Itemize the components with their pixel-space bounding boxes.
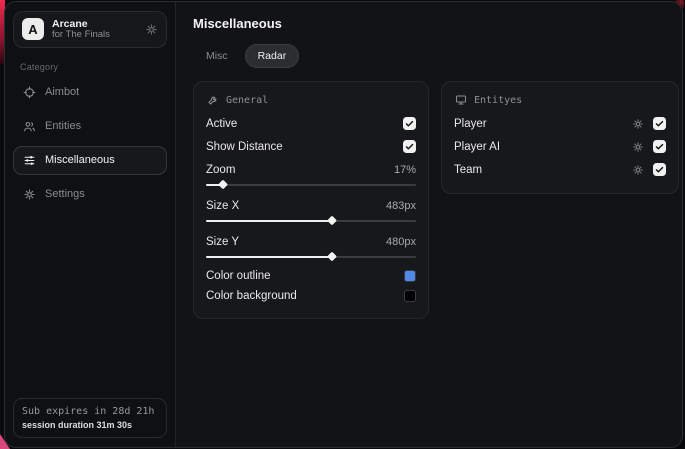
brand-card: A Arcane for The Finals bbox=[13, 11, 167, 48]
color-row-outline: Color outline bbox=[206, 266, 416, 286]
tab-radar[interactable]: Radar bbox=[244, 44, 300, 68]
toggle-label: Show Distance bbox=[206, 140, 283, 153]
gear-icon[interactable] bbox=[632, 164, 644, 176]
show-distance-checkbox[interactable] bbox=[403, 140, 416, 153]
wrench-icon bbox=[207, 94, 219, 106]
team-checkbox[interactable] bbox=[653, 163, 666, 176]
gear-icon bbox=[23, 188, 36, 201]
entity-row-player-ai: Player AI bbox=[454, 135, 666, 158]
size-x-slider[interactable] bbox=[206, 215, 416, 230]
slider-label: Zoom bbox=[206, 163, 236, 176]
sidebar-item-label: Entities bbox=[45, 120, 82, 133]
sidebar-item-label: Aimbot bbox=[45, 86, 80, 99]
slider-label: Size Y bbox=[206, 235, 240, 248]
color-label: Color background bbox=[206, 290, 297, 302]
general-panel-title: General bbox=[226, 94, 269, 106]
sidebar-item-entities[interactable]: Entities bbox=[13, 112, 167, 141]
slider-value: 483px bbox=[386, 199, 416, 212]
brand-subtitle: for The Finals bbox=[52, 29, 110, 41]
entity-row-player: Player bbox=[454, 112, 666, 135]
slider-thumb[interactable] bbox=[327, 215, 337, 226]
entity-row-team: Team bbox=[454, 158, 666, 181]
users-icon bbox=[23, 120, 36, 133]
slider-row-size-y: Size Y 480px bbox=[206, 230, 416, 253]
sliders-icon bbox=[23, 154, 36, 167]
entity-label: Player AI bbox=[454, 140, 501, 153]
player-checkbox[interactable] bbox=[653, 117, 666, 130]
subscription-card: Sub expires in 28d 21h session duration … bbox=[13, 398, 167, 438]
session-duration-text: session duration 31m 30s bbox=[22, 420, 133, 430]
sub-expiry-text: Sub expires in 28d 21h bbox=[22, 406, 155, 417]
slider-thumb[interactable] bbox=[217, 179, 228, 190]
zoom-slider[interactable] bbox=[206, 179, 416, 194]
slider-row-size-x: Size X 483px bbox=[206, 194, 416, 217]
tab-bar: Misc Radar bbox=[193, 44, 679, 68]
gear-icon[interactable] bbox=[632, 141, 644, 153]
toggle-row-active: Active bbox=[206, 112, 416, 135]
toggle-row-show-distance: Show Distance bbox=[206, 135, 416, 158]
general-panel: General Active Show Distance Zoom 17% Si… bbox=[193, 81, 429, 319]
slider-value: 17% bbox=[393, 163, 416, 176]
background-color-swatch[interactable] bbox=[404, 290, 416, 302]
gear-icon[interactable] bbox=[145, 23, 158, 36]
sidebar-item-label: Settings bbox=[45, 188, 85, 201]
slider-value: 480px bbox=[386, 235, 416, 248]
player-ai-checkbox[interactable] bbox=[653, 140, 666, 153]
sidebar-item-aimbot[interactable]: Aimbot bbox=[13, 78, 167, 107]
crosshair-icon bbox=[23, 86, 36, 99]
sidebar-item-miscellaneous[interactable]: Miscellaneous bbox=[13, 145, 167, 175]
sidebar-item-label: Miscellaneous bbox=[45, 154, 115, 167]
app-window: A Arcane for The Finals Category Aimbot bbox=[4, 1, 683, 448]
tab-misc[interactable]: Misc bbox=[193, 44, 241, 68]
page-title: Miscellaneous bbox=[193, 16, 282, 31]
entities-panel: Entityes Player Player AI Team bbox=[441, 81, 679, 194]
gear-icon[interactable] bbox=[632, 118, 644, 130]
category-label: Category bbox=[20, 61, 59, 72]
entities-panel-title: Entityes bbox=[474, 94, 523, 106]
color-label: Color outline bbox=[206, 270, 271, 282]
slider-label: Size X bbox=[206, 199, 240, 212]
monitor-icon bbox=[455, 94, 467, 106]
slider-thumb[interactable] bbox=[327, 251, 337, 262]
entity-label: Player bbox=[454, 117, 487, 130]
active-checkbox[interactable] bbox=[403, 117, 416, 130]
sidebar-item-settings[interactable]: Settings bbox=[13, 180, 167, 209]
entity-label: Team bbox=[454, 163, 483, 176]
toggle-label: Active bbox=[206, 117, 238, 130]
sidebar: A Arcane for The Finals Category Aimbot bbox=[5, 2, 176, 447]
main-content: Miscellaneous Misc Radar General Active bbox=[176, 2, 682, 447]
outline-color-swatch[interactable] bbox=[404, 270, 416, 282]
brand-avatar: A bbox=[22, 18, 44, 41]
color-row-background: Color background bbox=[206, 286, 416, 306]
slider-row-zoom: Zoom 17% bbox=[206, 158, 416, 181]
size-y-slider[interactable] bbox=[206, 251, 416, 266]
